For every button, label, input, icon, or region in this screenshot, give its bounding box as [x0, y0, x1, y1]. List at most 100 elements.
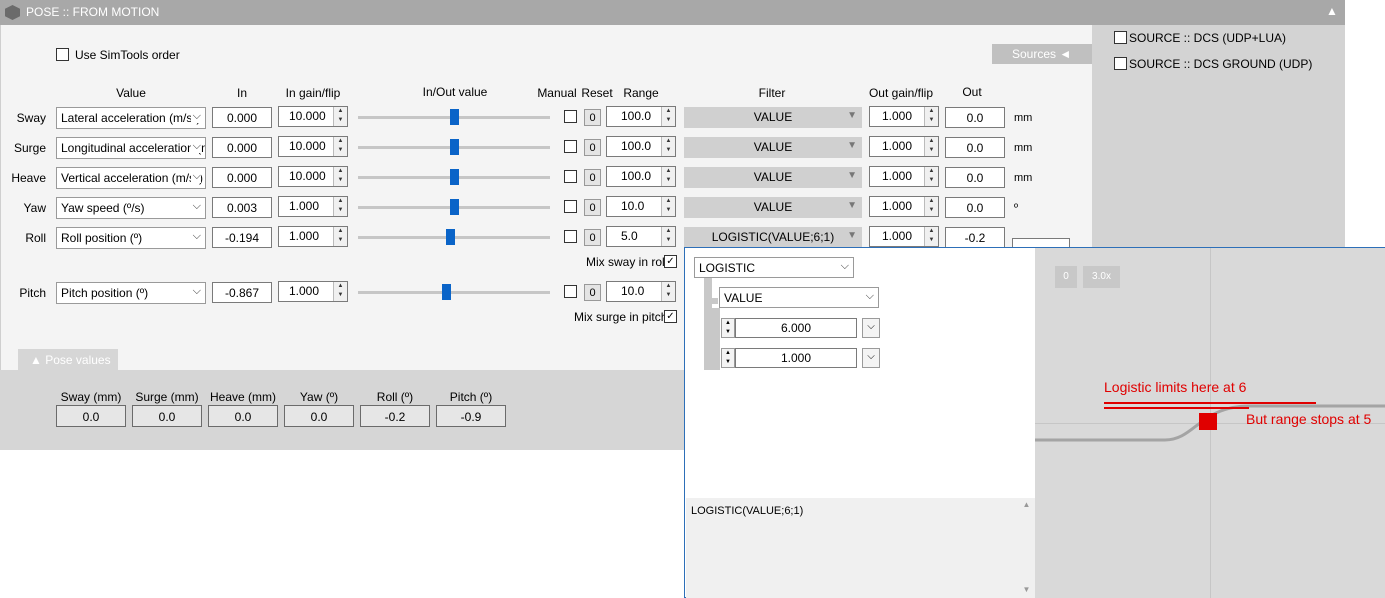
spin-icon[interactable]: ▲ ▼	[661, 227, 675, 246]
reset-button[interactable]: 0	[584, 139, 601, 156]
value-select[interactable]: Vertical acceleration (m/s²) ⌵	[56, 167, 206, 189]
spin-icon[interactable]: ▲ ▼	[924, 227, 938, 246]
inout-slider-thumb[interactable]	[446, 229, 455, 245]
source-dcs-label: SOURCE :: DCS (UDP+LUA)	[1129, 31, 1287, 45]
spin-icon[interactable]: ▲ ▼	[661, 282, 675, 301]
inout-slider-thumb[interactable]	[450, 139, 459, 155]
tree-connector	[704, 298, 718, 304]
in-field: -0.194	[212, 227, 272, 248]
in-gain-spinner[interactable]: 1.000 ▲ ▼	[278, 196, 348, 217]
spin-icon[interactable]: ▲ ▼	[333, 282, 347, 301]
range-spinner[interactable]: 5.0 ▲ ▼	[606, 226, 676, 247]
reset-button[interactable]: 0	[584, 109, 601, 126]
spin-icon[interactable]: ▲ ▼	[661, 137, 675, 156]
scroll-up-icon[interactable]: ▲	[1019, 500, 1034, 509]
inout-slider-thumb[interactable]	[450, 199, 459, 215]
range-spinner[interactable]: 100.0 ▲ ▼	[606, 166, 676, 187]
arg2-spin-icon[interactable]: ▲ ▼	[721, 318, 735, 338]
pose-value-box: 0.0	[132, 405, 202, 427]
spin-icon[interactable]: ▲ ▼	[661, 197, 675, 216]
graph-reset-button[interactable]: 0	[1055, 266, 1077, 288]
in-gain-spinner[interactable]: 10.000 ▲ ▼	[278, 106, 348, 127]
expression-scrollbar[interactable]: ▲ ▼	[1019, 500, 1034, 596]
inout-slider-thumb[interactable]	[442, 284, 451, 300]
spin-icon[interactable]: ▲ ▼	[924, 197, 938, 216]
arg3-spin-icon[interactable]: ▲ ▼	[721, 348, 735, 368]
filter-select[interactable]: VALUE ▼	[684, 167, 862, 188]
range-spinner[interactable]: 100.0 ▲ ▼	[606, 106, 676, 127]
value-select[interactable]: Yaw speed (º/s) ⌵	[56, 197, 206, 219]
spin-icon[interactable]: ▲ ▼	[333, 167, 347, 186]
in-gain-spinner[interactable]: 10.000 ▲ ▼	[278, 136, 348, 157]
in-gain-spinner[interactable]: 1.000 ▲ ▼	[278, 281, 348, 302]
filter-select[interactable]: VALUE ▼	[684, 137, 862, 158]
chevron-down-icon: ⌵	[190, 285, 201, 298]
manual-checkbox[interactable]	[564, 110, 577, 123]
in-gain-spinner[interactable]: 10.000 ▲ ▼	[278, 166, 348, 187]
scroll-down-icon[interactable]: ▼	[1019, 585, 1034, 594]
out-gain-spinner[interactable]: 1.000 ▲ ▼	[869, 196, 939, 217]
collapse-icon[interactable]: ▲	[1326, 4, 1338, 18]
chevron-down-icon: ▼	[847, 170, 857, 181]
inout-slider[interactable]	[358, 291, 550, 294]
spin-icon[interactable]: ▲ ▼	[924, 167, 938, 186]
reset-button[interactable]: 0	[584, 169, 601, 186]
in-field: 0.003	[212, 197, 272, 218]
inout-slider-thumb[interactable]	[450, 109, 459, 125]
out-gain-spinner[interactable]: 1.000 ▲ ▼	[869, 166, 939, 187]
range-spinner[interactable]: 10.0 ▲ ▼	[606, 196, 676, 217]
pose-values-tab[interactable]: ▲ Pose values	[18, 349, 118, 371]
value-select-text: Vertical acceleration (m/s²)	[61, 171, 204, 185]
manual-checkbox[interactable]	[564, 200, 577, 213]
arg3-field[interactable]: 1.000	[735, 348, 857, 368]
chevron-down-icon: ⌵	[840, 260, 849, 272]
spin-icon[interactable]: ▲ ▼	[924, 107, 938, 126]
spin-icon[interactable]: ▲ ▼	[924, 137, 938, 156]
reset-button[interactable]: 0	[584, 199, 601, 216]
filter-select[interactable]: VALUE ▼	[684, 107, 862, 128]
manual-checkbox[interactable]	[564, 230, 577, 243]
mix-surge-checkbox[interactable]: ✓	[664, 310, 677, 323]
arg1-select[interactable]: VALUE ⌵	[719, 287, 879, 308]
arg2-field[interactable]: 6.000	[735, 318, 857, 338]
source-dcs-checkbox[interactable]	[1114, 31, 1127, 44]
value-select[interactable]: Lateral acceleration (m/s²) ⌵	[56, 107, 206, 129]
spin-icon[interactable]: ▲ ▼	[333, 227, 347, 246]
manual-checkbox[interactable]	[564, 140, 577, 153]
chevron-down-icon: ▼	[847, 200, 857, 211]
filter-select[interactable]: VALUE ▼	[684, 197, 862, 218]
spin-icon[interactable]: ▲ ▼	[333, 197, 347, 216]
in-field: 0.000	[212, 137, 272, 158]
arg2-dropdown-icon[interactable]: ⌵	[862, 318, 880, 338]
sources-button[interactable]: Sources ◄	[992, 44, 1092, 64]
annotation-underline-2	[1104, 407, 1249, 409]
range-spinner[interactable]: 10.0 ▲ ▼	[606, 281, 676, 302]
spin-icon[interactable]: ▲ ▼	[333, 107, 347, 126]
reset-button[interactable]: 0	[584, 229, 601, 246]
out-gain-spinner[interactable]: 1.000 ▲ ▼	[869, 226, 939, 247]
mix-sway-checkbox[interactable]: ✓	[664, 255, 677, 268]
out-gain-spinner[interactable]: 1.000 ▲ ▼	[869, 136, 939, 157]
out-gain-spinner[interactable]: 1.000 ▲ ▼	[869, 106, 939, 127]
value-select[interactable]: Longitudinal acceleration (m/s²)⌵	[56, 137, 206, 159]
arg3-dropdown-icon[interactable]: ⌵	[862, 348, 880, 368]
value-select[interactable]: Roll position (º) ⌵	[56, 227, 206, 249]
spin-icon[interactable]: ▲ ▼	[661, 167, 675, 186]
manual-checkbox[interactable]	[564, 285, 577, 298]
filter-select[interactable]: LOGISTIC(VALUE;6;1) ▼	[684, 227, 862, 248]
tree-connector	[704, 278, 712, 370]
spin-icon[interactable]: ▲ ▼	[333, 137, 347, 156]
in-gain-spinner[interactable]: 1.000 ▲ ▼	[278, 226, 348, 247]
out-field: 0.0	[945, 137, 1005, 158]
range-spinner[interactable]: 100.0 ▲ ▼	[606, 136, 676, 157]
spin-icon[interactable]: ▲ ▼	[661, 107, 675, 126]
reset-button[interactable]: 0	[584, 284, 601, 301]
function-select[interactable]: LOGISTIC ⌵	[694, 257, 854, 278]
use-simtools-checkbox[interactable]	[56, 48, 69, 61]
manual-checkbox[interactable]	[564, 170, 577, 183]
inout-slider-thumb[interactable]	[450, 169, 459, 185]
in-gain-value: 10.000	[289, 109, 326, 123]
source-dcs-ground-checkbox[interactable]	[1114, 57, 1127, 70]
value-select[interactable]: Pitch position (º) ⌵	[56, 282, 206, 304]
graph-zoom-button[interactable]: 3.0x	[1083, 266, 1120, 288]
